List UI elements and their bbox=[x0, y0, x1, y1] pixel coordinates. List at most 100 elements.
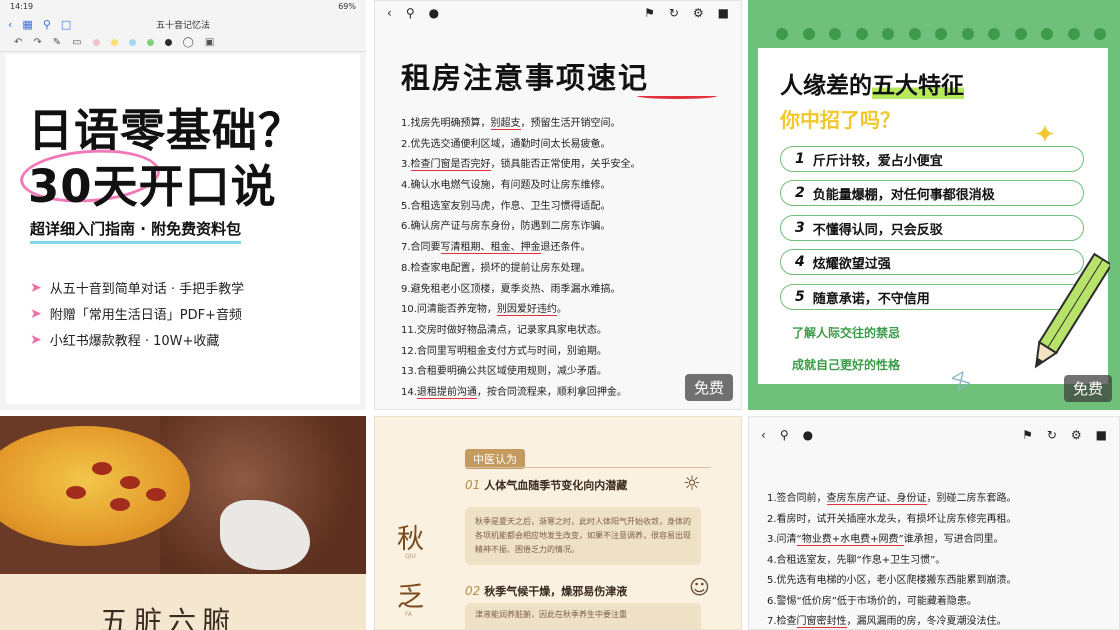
color-swatch-pink[interactable] bbox=[92, 39, 100, 46]
item-text: 4.确认水电燃气设施，有问题及时让房东维修。 bbox=[401, 180, 611, 192]
gear-icon[interactable]: ⚙ bbox=[1071, 428, 1082, 442]
bullet-item: ➤ 从五十音到简单对话 · 手把手教学 bbox=[30, 279, 245, 298]
pen-icon[interactable]: ✎ bbox=[53, 37, 61, 48]
bell-icon[interactable]: ● bbox=[429, 6, 439, 20]
pen-toolbar: ↶ ↷ ✎ ▭ ◯ ▣ bbox=[0, 34, 366, 52]
refresh-icon[interactable]: ↻ bbox=[1047, 428, 1057, 442]
red-date-image bbox=[110, 498, 130, 511]
note-card-health-food[interactable]: 五脏六腑 bbox=[0, 416, 366, 630]
list-item: 5.合租选室友别马虎，作息、卫生习惯得适配。 bbox=[401, 197, 733, 218]
list-item: 6.确认房产证与房东身份，防遇到二房东诈骗。 bbox=[401, 217, 733, 238]
item-text: ，锁具能否正常使用，关乎安全。 bbox=[490, 159, 641, 171]
underlined-text: 写清租期、租金、押金 bbox=[440, 242, 541, 255]
flag-icon[interactable]: ⚑ bbox=[644, 6, 655, 20]
item-text: 6.警惕“低价房”低于市场价的，可能藏着隐患。 bbox=[767, 595, 977, 607]
list-item: 13.合租要明确公共区域使用规则，减少矛盾。 bbox=[401, 362, 733, 383]
back-icon[interactable]: ‹ bbox=[761, 428, 766, 442]
lock-icon[interactable]: ■ bbox=[718, 6, 729, 20]
page-subtitle: 你中招了吗？ bbox=[780, 108, 900, 132]
color-swatch-yellow[interactable] bbox=[110, 39, 118, 46]
list-item: 1.签合同前，查房东房产证、身份证，别碰二房东套路。 bbox=[767, 489, 1119, 510]
list-item: 11.交房时做好物品清点，记录家具家电状态。 bbox=[401, 321, 733, 342]
list-item: 7.合同要写清租期、租金、押金退还条件。 bbox=[401, 238, 733, 259]
color-swatch-green[interactable] bbox=[146, 39, 154, 46]
redo-icon[interactable]: ↷ bbox=[33, 37, 41, 48]
item-text: 10.问清能否养宠物， bbox=[401, 304, 497, 316]
pencil-icon bbox=[1034, 252, 1110, 369]
color-swatch-black[interactable] bbox=[164, 39, 172, 46]
trait-item: 2 负能量爆棚，对任何事都很消极 bbox=[780, 180, 1084, 206]
cover-title: 五脏六腑 bbox=[100, 605, 237, 630]
list-item: 1.找房先明确预算，别超支，预留生活开销空间。 bbox=[401, 114, 733, 135]
bullet-item: ➤ 附赠「常用生活日语」PDF+音频 bbox=[30, 305, 242, 324]
vertical-char: 乏 bbox=[397, 582, 424, 613]
section-heading: 01 人体气血随季节变化向内潜藏 bbox=[465, 478, 628, 492]
list-item: 8.检查家电配置，损坏的提前让房东处理。 bbox=[401, 259, 733, 280]
vertical-pinyin: QIU bbox=[405, 553, 416, 560]
arrow-icon: ➤ bbox=[30, 331, 42, 348]
color-swatch-blue[interactable] bbox=[128, 39, 136, 46]
underlined-text: 别因爱好违约 bbox=[496, 304, 557, 317]
note-card-japanese[interactable]: 14:19 69% ‹ ▦ ⚲ □ 五十音记忆法 ↶ ↷ ✎ ▭ ◯ ▣ 日语零… bbox=[0, 0, 366, 410]
list-item: 9.避免租老小区顶楼，夏季炎热、雨季漏水难搞。 bbox=[401, 280, 733, 301]
search-icon[interactable]: ⚲ bbox=[780, 428, 789, 442]
list-item: 4.合租选室友，先聊“作息+卫生习惯”。 bbox=[767, 551, 1119, 572]
back-icon[interactable]: ‹ bbox=[387, 6, 392, 20]
item-text: 谁承担，写进合同里。 bbox=[903, 534, 1004, 545]
item-text: 11.交房时做好物品清点，记录家具家电状态。 bbox=[401, 324, 607, 336]
item-text: 2.看房时，试开关插座水龙头，有损坏让房东修完再租。 bbox=[767, 513, 1017, 525]
list-item: 2.看房时，试开关插座水龙头，有损坏让房东修完再租。 bbox=[767, 510, 1119, 531]
refresh-icon[interactable]: ↻ bbox=[669, 6, 679, 20]
undo-icon[interactable]: ↶ bbox=[14, 37, 22, 48]
item-text: 退还条件。 bbox=[540, 242, 591, 254]
item-text: 14. bbox=[401, 386, 417, 398]
red-date-image bbox=[92, 462, 112, 475]
item-text: 1.找房先明确预算， bbox=[401, 118, 491, 129]
reader-toolbar: ‹ ⚲ ● ⚑ ↻ ⚙ ■ bbox=[375, 1, 741, 25]
link-text[interactable]: 了解人际交往的禁忌 bbox=[792, 324, 900, 341]
reader-toolbar: ‹ ⚲ ● ⚑ ↻ ⚙ ■ bbox=[749, 423, 1119, 447]
note-card-personality[interactable]: 人缘差的五大特征 你中招了吗？ ✦ 1 斤斤计较，爱占小便宜 2 负能量爆棚，对任何… bbox=[748, 0, 1120, 410]
item-text: 1.签合同前， bbox=[767, 493, 827, 504]
underlined-text: 别超支 bbox=[490, 118, 521, 130]
list-item: 6.警惕“低价房”低于市场价的，可能藏着隐患。 bbox=[767, 592, 1119, 613]
item-text: 6.确认房产证与房东身份，防遇到二房东诈骗。 bbox=[401, 221, 611, 233]
list-item: 14.退租提前沟通，按合同流程来，顺利拿回押金。 bbox=[401, 383, 733, 404]
free-badge: 免费 bbox=[684, 374, 733, 401]
list-item: 2.优先选交通便利区域，通勤时间太长易疲惫。 bbox=[401, 135, 733, 156]
search-icon[interactable]: ⚲ bbox=[406, 6, 415, 20]
underlined-text: 查房东房产证、身份证 bbox=[826, 493, 927, 505]
content-box: 秋季是夏天之后，渐寒之时，此时人体阳气开始收敛，身体的各项机能都会相应地发生改变… bbox=[465, 507, 701, 565]
item-text: ，别碰二房东套路。 bbox=[926, 493, 1017, 504]
image-icon[interactable]: ▣ bbox=[205, 37, 214, 48]
status-bar: 14:19 69% bbox=[0, 0, 366, 14]
item-text: 2.优先选交通便利区域，通勤时间太长易疲惫。 bbox=[401, 138, 611, 150]
item-text: ，按合同流程来，顺利拿回押金。 bbox=[476, 386, 627, 398]
divider bbox=[465, 467, 711, 468]
status-time: 14:19 bbox=[10, 2, 34, 11]
underlined-text: 退租提前沟通 bbox=[416, 386, 477, 399]
item-text: 5.合租选室友别马虎，作息、卫生习惯得适配。 bbox=[401, 200, 611, 212]
tips-list: 1.找房先明确预算，别超支，预留生活开销空间。 2.优先选交通便利区域，通勤时间太… bbox=[401, 114, 733, 404]
item-text: 13.合租要明确公共区域使用规则，减少矛盾。 bbox=[401, 366, 607, 378]
eraser-icon[interactable]: ▭ bbox=[72, 37, 81, 48]
flag-icon[interactable]: ⚑ bbox=[1022, 428, 1033, 442]
notes-toolbar: ‹ ▦ ⚲ □ 五十音记忆法 bbox=[0, 14, 366, 34]
lock-icon[interactable]: ■ bbox=[1096, 428, 1107, 442]
lasso-icon[interactable]: ◯ bbox=[183, 37, 194, 48]
doc-title: 五十音记忆法 bbox=[155, 20, 210, 31]
list-item: 12.合同里写明租金支付方式与时间，别逾期。 bbox=[401, 342, 733, 363]
note-card-renting[interactable]: ‹ ⚲ ● ⚑ ↻ ⚙ ■ 租房注意事项速记 1.找房先明确预算，别超支，预留生… bbox=[374, 0, 742, 410]
section-tag: 中医认为 bbox=[465, 449, 525, 469]
list-item: 7.检查门窗密封性，漏风漏雨的房，冬冷夏潮没法住。 bbox=[767, 612, 1119, 629]
note-card-autumn-tcm[interactable]: 中医认为 01 人体气血随季节变化向内潜藏 ☼ 秋季是夏天之后，渐寒之时，此时人体… bbox=[374, 416, 742, 630]
list-item: 3.检查门窗是否完好，锁具能否正常使用，关乎安全。 bbox=[401, 155, 733, 176]
battery-level: 69% bbox=[338, 2, 356, 11]
arrow-icon: ➤ bbox=[30, 279, 42, 296]
bell-icon[interactable]: ● bbox=[803, 428, 813, 442]
note-card-renting-2[interactable]: ‹ ⚲ ● ⚑ ↻ ⚙ ■ 1.签合同前，查房东房产证、身份证，别碰二房东套路。… bbox=[748, 416, 1120, 630]
item-text: 9.避免租老小区顶楼，夏季炎热、雨季漏水难搞。 bbox=[401, 283, 621, 295]
gear-icon[interactable]: ⚙ bbox=[693, 6, 704, 20]
subtitle: 超详细入门指南 · 附免费资料包 bbox=[30, 218, 242, 244]
link-text[interactable]: 成就自己更好的性格 bbox=[792, 356, 900, 373]
